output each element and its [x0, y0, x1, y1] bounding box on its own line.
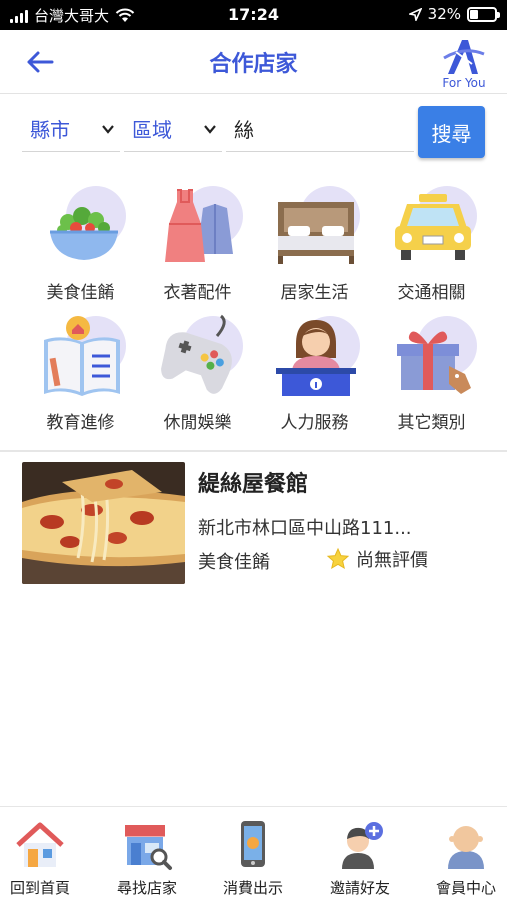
category-services[interactable]: 人力服務	[256, 310, 373, 438]
battery-percent: 32%	[427, 5, 461, 23]
home-icon	[16, 822, 64, 867]
category-leisure[interactable]: 休閒娛樂	[139, 310, 256, 438]
store-address: 新北市林口區中山路111...	[198, 518, 412, 539]
area-select-label: 區域	[132, 118, 172, 142]
store-category: 美食佳餚	[198, 552, 270, 573]
category-label: 美食佳餚	[46, 283, 115, 303]
chevron-down-icon	[102, 124, 114, 134]
nav-member-center[interactable]: 會員中心	[416, 813, 507, 897]
app-logo: For You	[439, 36, 489, 90]
category-label: 交通相關	[397, 283, 466, 303]
star-icon	[326, 547, 350, 570]
nav-show-purchase[interactable]: 消費出示	[203, 813, 303, 897]
nav-label: 邀請好友	[329, 879, 390, 897]
nav-label: 回到首頁	[9, 879, 70, 897]
category-label: 衣著配件	[163, 283, 232, 303]
salad-bowl-icon	[50, 186, 126, 260]
store-card[interactable]: 緹絲屋餐館 新北市林口區中山路111... 美食佳餚 尚無評價	[22, 462, 487, 586]
phone-icon	[241, 821, 265, 867]
nav-home[interactable]: 回到首頁	[0, 813, 90, 897]
keyword-input[interactable]	[226, 106, 414, 152]
logo-text: For You	[442, 76, 486, 90]
nav-label: 消費出示	[222, 879, 283, 897]
category-label: 其它類別	[397, 413, 466, 433]
app-header: 合作店家 For You	[0, 30, 507, 94]
nav-label: 尋找店家	[116, 879, 177, 897]
store-name: 緹絲屋餐館	[198, 472, 309, 497]
category-label: 居家生活	[280, 283, 349, 303]
section-divider	[0, 450, 507, 452]
category-transport[interactable]: 交通相關	[373, 180, 490, 308]
receptionist-icon	[276, 316, 360, 396]
store-rating: 尚無評價	[326, 546, 428, 572]
category-home[interactable]: 居家生活	[256, 180, 373, 308]
area-select[interactable]: 區域	[124, 106, 222, 152]
store-thumbnail	[22, 462, 185, 584]
gamepad-icon	[161, 314, 243, 394]
invite-friend-icon	[342, 822, 383, 869]
search-button[interactable]: 搜尋	[418, 106, 485, 158]
filter-bar: 縣市 區域 搜尋	[0, 94, 507, 170]
clothing-icon	[165, 186, 243, 262]
category-label: 教育進修	[46, 413, 115, 433]
category-label: 人力服務	[280, 413, 349, 433]
chevron-down-icon	[204, 124, 216, 134]
taxi-icon	[395, 186, 477, 260]
logo-mark-icon	[443, 40, 485, 74]
county-select[interactable]: 縣市	[22, 106, 120, 152]
category-grid: 美食佳餚 衣著配件 居家生活 交通相關 教育進修 休閒娛樂 人力服務 其它類別	[0, 180, 507, 448]
battery-icon	[467, 6, 500, 22]
member-icon	[448, 826, 484, 869]
category-other[interactable]: 其它類別	[373, 310, 490, 438]
book-icon	[44, 316, 126, 396]
location-arrow-icon	[408, 7, 422, 21]
pizza-photo-image	[22, 462, 185, 584]
bed-icon	[278, 186, 360, 264]
category-food[interactable]: 美食佳餚	[22, 180, 139, 308]
gift-icon	[397, 316, 477, 394]
category-clothing[interactable]: 衣著配件	[139, 180, 256, 308]
bottom-nav: 回到首頁 尋找店家 消費出示 邀請好友 會員中心	[0, 806, 507, 900]
page-title: 合作店家	[209, 52, 298, 77]
category-label: 休閒娛樂	[163, 413, 232, 433]
status-bar: 台灣大哥大 17:24 32%	[0, 0, 507, 30]
nav-invite-friends[interactable]: 邀請好友	[310, 813, 410, 897]
store-search-icon	[125, 825, 172, 870]
county-select-label: 縣市	[30, 118, 70, 142]
nav-label: 會員中心	[435, 879, 496, 897]
nav-find-store[interactable]: 尋找店家	[97, 813, 197, 897]
category-education[interactable]: 教育進修	[22, 310, 139, 438]
rating-text: 尚無評價	[356, 550, 428, 571]
